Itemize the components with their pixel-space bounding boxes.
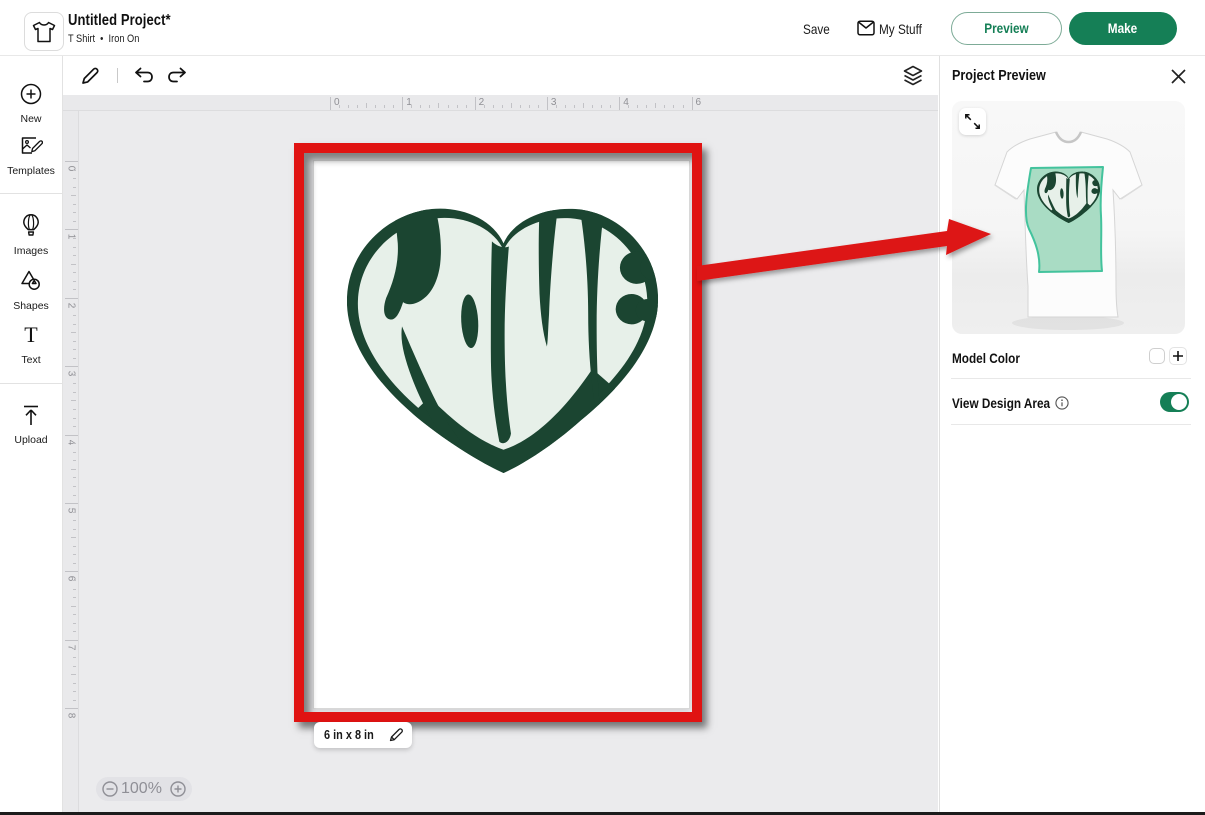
svg-text:T: T bbox=[24, 325, 38, 346]
